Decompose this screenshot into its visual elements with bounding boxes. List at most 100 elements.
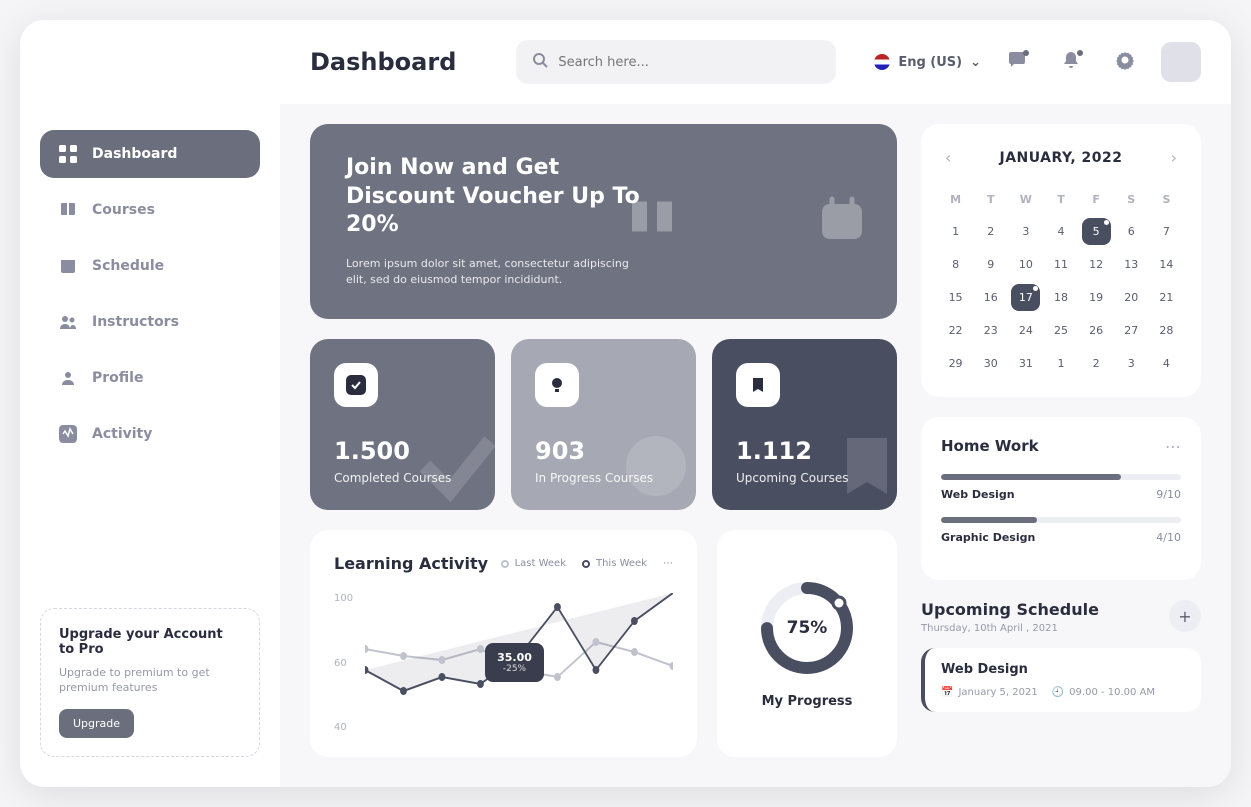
- cal-day[interactable]: 3: [1011, 218, 1040, 245]
- cal-day[interactable]: 22: [941, 317, 970, 344]
- cal-day[interactable]: 28: [1152, 317, 1181, 344]
- cal-day[interactable]: 13: [1117, 251, 1146, 278]
- header: Dashboard Eng (US) ⌄: [280, 20, 1231, 104]
- cal-day[interactable]: 7: [1152, 218, 1181, 245]
- settings-button[interactable]: [1107, 44, 1143, 80]
- cal-day[interactable]: 14: [1152, 251, 1181, 278]
- schedule-item-title: Web Design: [941, 662, 1185, 677]
- cal-day[interactable]: 5: [1082, 218, 1111, 245]
- bulb-icon: [535, 363, 579, 407]
- stat-completed: 1.500 Completed Courses: [310, 339, 495, 511]
- legend-last-week: Last Week: [501, 558, 566, 569]
- upgrade-desc: Upgrade to premium to get premium featur…: [59, 665, 241, 696]
- notifications-button[interactable]: [1053, 44, 1089, 80]
- cal-day[interactable]: 3: [1117, 350, 1146, 377]
- schedule-title: Upcoming Schedule: [921, 600, 1099, 619]
- page-title: Dashboard: [310, 48, 456, 76]
- cal-day[interactable]: 25: [1046, 317, 1075, 344]
- chart-more-icon[interactable]: ⋯: [663, 558, 673, 569]
- legend-this-week: This Week: [582, 558, 647, 569]
- cal-day[interactable]: 29: [941, 350, 970, 377]
- cal-day[interactable]: 9: [976, 251, 1005, 278]
- cal-month: JANUARY, 2022: [999, 150, 1122, 166]
- nav-label: Instructors: [92, 314, 179, 330]
- cal-day[interactable]: 20: [1117, 284, 1146, 311]
- progress-label: My Progress: [762, 694, 853, 709]
- cal-dow: S: [1152, 187, 1181, 212]
- schedule-date: Thursday, 10th April , 2021: [921, 623, 1099, 634]
- cal-dow: T: [1046, 187, 1075, 212]
- homework-title: Home Work: [941, 437, 1039, 456]
- search-input[interactable]: [558, 55, 820, 70]
- bookmark-bg-icon: [827, 416, 897, 510]
- calendar-widget: ‹ JANUARY, 2022 › MTWTFSS123456789101112…: [921, 124, 1201, 397]
- progress-card: 75% My Progress: [717, 530, 897, 757]
- nav-label: Courses: [92, 202, 155, 218]
- cal-day[interactable]: 26: [1082, 317, 1111, 344]
- search-box[interactable]: [516, 40, 836, 84]
- cal-prev-button[interactable]: ‹: [941, 144, 955, 171]
- cal-day[interactable]: 6: [1117, 218, 1146, 245]
- add-schedule-button[interactable]: +: [1169, 600, 1201, 632]
- book-open-icon: [627, 194, 677, 248]
- cal-day[interactable]: 30: [976, 350, 1005, 377]
- cal-day[interactable]: 12: [1082, 251, 1111, 278]
- upgrade-button[interactable]: Upgrade: [59, 709, 134, 738]
- flag-icon: [874, 54, 890, 70]
- cal-dow: W: [1011, 187, 1040, 212]
- schedule-item-time: 🕘09.00 - 10.00 AM: [1052, 687, 1155, 698]
- grid-icon: [58, 144, 78, 164]
- nav-label: Profile: [92, 370, 143, 386]
- cal-day[interactable]: 11: [1046, 251, 1075, 278]
- cal-day[interactable]: 24: [1011, 317, 1040, 344]
- nav-profile[interactable]: Profile: [40, 354, 260, 402]
- cal-day[interactable]: 4: [1152, 350, 1181, 377]
- chevron-down-icon: ⌄: [970, 55, 981, 70]
- cal-day[interactable]: 2: [1082, 350, 1111, 377]
- nav-schedule[interactable]: Schedule: [40, 242, 260, 290]
- check-bg-icon: [405, 416, 495, 510]
- nav-instructors[interactable]: Instructors: [40, 298, 260, 346]
- cal-dow: S: [1117, 187, 1146, 212]
- cal-day[interactable]: 10: [1011, 251, 1040, 278]
- cal-day[interactable]: 31: [1011, 350, 1040, 377]
- user-avatar[interactable]: [1161, 42, 1201, 82]
- cal-day[interactable]: 2: [976, 218, 1005, 245]
- cal-day[interactable]: 4: [1046, 218, 1075, 245]
- progress-fill: [941, 474, 1121, 480]
- nav-label: Activity: [92, 426, 152, 442]
- clock-icon: 🕘: [1052, 687, 1064, 698]
- cal-day[interactable]: 15: [941, 284, 970, 311]
- cal-day[interactable]: 1: [941, 218, 970, 245]
- cal-dow: M: [941, 187, 970, 212]
- nav-courses[interactable]: Courses: [40, 186, 260, 234]
- homework-more-icon[interactable]: ⋯: [1165, 437, 1181, 456]
- schedule-section: Upcoming Schedule Thursday, 10th April ,…: [921, 600, 1201, 712]
- cal-day[interactable]: 8: [941, 251, 970, 278]
- progress-percent: 75%: [787, 618, 828, 638]
- lang-label: Eng (US): [898, 55, 962, 70]
- nav-activity[interactable]: Activity: [40, 410, 260, 458]
- language-selector[interactable]: Eng (US) ⌄: [874, 54, 981, 70]
- schedule-item-date: 📅January 5, 2021: [941, 687, 1038, 698]
- cal-day[interactable]: 19: [1082, 284, 1111, 311]
- stat-inprogress: 903 In Progress Courses: [511, 339, 696, 511]
- cal-day[interactable]: 23: [976, 317, 1005, 344]
- cal-day[interactable]: 18: [1046, 284, 1075, 311]
- cal-day[interactable]: 27: [1117, 317, 1146, 344]
- cal-dow: F: [1082, 187, 1111, 212]
- cal-day[interactable]: 1: [1046, 350, 1075, 377]
- cal-next-button[interactable]: ›: [1167, 144, 1181, 171]
- homework-item: Graphic Design4/10: [941, 517, 1181, 544]
- plus-icon: +: [1178, 607, 1191, 626]
- progress-fill: [941, 517, 1037, 523]
- messages-button[interactable]: [999, 44, 1035, 80]
- calendar-small-icon: 📅: [941, 687, 953, 698]
- cal-day[interactable]: 21: [1152, 284, 1181, 311]
- cal-day[interactable]: 17: [1011, 284, 1040, 311]
- promo-banner: Join Now and Get Discount Voucher Up To …: [310, 124, 897, 319]
- schedule-item[interactable]: Web Design 📅January 5, 2021 🕘09.00 - 10.…: [921, 648, 1201, 712]
- gear-icon: [1115, 50, 1135, 74]
- cal-day[interactable]: 16: [976, 284, 1005, 311]
- nav-dashboard[interactable]: Dashboard: [40, 130, 260, 178]
